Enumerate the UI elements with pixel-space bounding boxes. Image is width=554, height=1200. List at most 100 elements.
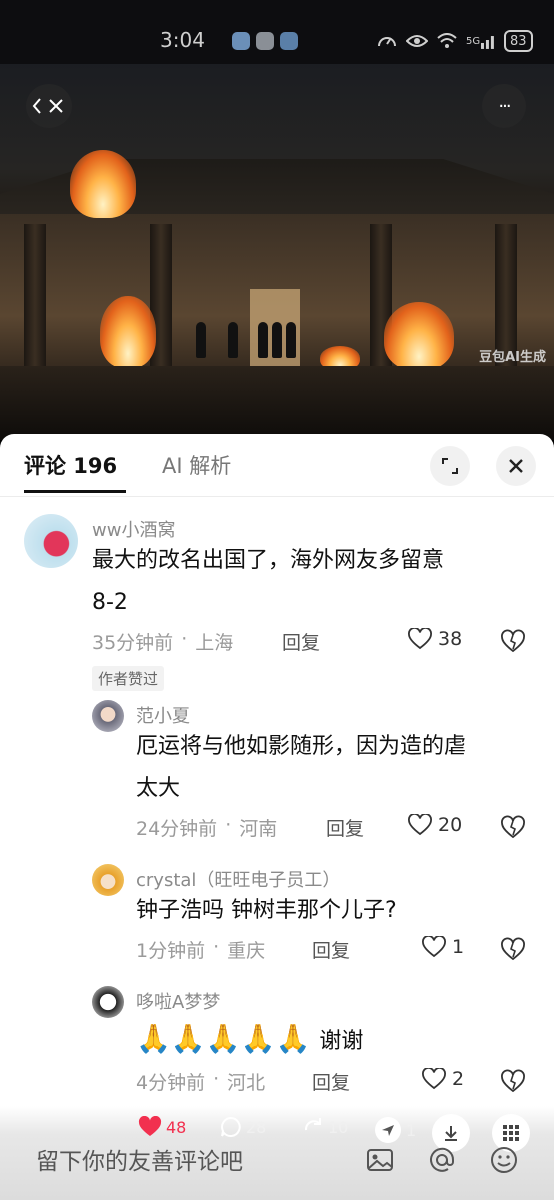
comment-tabs: 评论 196 AI 解析 bbox=[0, 434, 554, 494]
avatar[interactable] bbox=[24, 514, 78, 568]
comment-meta: 24分钟前 · 河南 bbox=[136, 814, 278, 840]
comment-meta: 35分钟前 · 上海 bbox=[92, 628, 234, 654]
expand-button[interactable] bbox=[430, 446, 470, 486]
mention-icon[interactable] bbox=[428, 1146, 456, 1174]
network-type: 5G bbox=[466, 35, 481, 47]
heart-filled-icon bbox=[138, 1116, 162, 1136]
dislike-icon[interactable] bbox=[500, 936, 526, 962]
battery-indicator: 83 bbox=[504, 30, 533, 52]
video-figure bbox=[258, 322, 268, 358]
video-share-count: 10 bbox=[328, 1117, 349, 1137]
comment-time: 1分钟前 bbox=[136, 940, 206, 962]
emoji-icon[interactable] bbox=[490, 1146, 518, 1174]
signal-icon: 5G bbox=[466, 31, 496, 51]
image-icon[interactable] bbox=[366, 1146, 394, 1174]
comment-meta: 1分钟前 · 重庆 bbox=[136, 936, 266, 962]
comment-location: 重庆 bbox=[227, 940, 266, 962]
reply-button[interactable]: 回复 bbox=[282, 628, 320, 655]
eye-icon bbox=[406, 31, 428, 51]
video-floor bbox=[0, 366, 554, 440]
more-button[interactable]: ··· bbox=[482, 84, 526, 128]
heart-icon bbox=[408, 628, 432, 650]
like-button[interactable]: 38 bbox=[408, 628, 462, 650]
reply-button[interactable]: 回复 bbox=[326, 814, 364, 841]
app-notification-icon bbox=[280, 32, 298, 50]
forward-count-button[interactable]: 1 bbox=[374, 1116, 416, 1144]
status-indicators: 5G 83 bbox=[376, 30, 533, 52]
comment-icon bbox=[221, 1116, 241, 1137]
comment-time: 24分钟前 bbox=[136, 818, 218, 840]
avatar[interactable] bbox=[92, 864, 124, 896]
video-figure bbox=[228, 322, 238, 358]
download-icon bbox=[445, 1126, 457, 1141]
like-count: 1 bbox=[452, 936, 465, 958]
like-count: 20 bbox=[438, 814, 463, 836]
status-bar: 3:04 5G 83 bbox=[0, 0, 554, 64]
video-comment-count: 28 bbox=[246, 1117, 267, 1137]
app-notification-icon bbox=[256, 32, 274, 50]
comment-count-button[interactable]: 28 bbox=[220, 1116, 266, 1138]
video-fire bbox=[100, 296, 156, 368]
comment-username[interactable]: 哆啦A梦梦 bbox=[136, 988, 220, 1014]
close-icon bbox=[509, 459, 523, 473]
dislike-icon[interactable] bbox=[500, 628, 526, 654]
status-time: 3:04 bbox=[160, 28, 205, 52]
comment-text: 太大 bbox=[136, 776, 181, 801]
comment-time: 35分钟前 bbox=[92, 632, 174, 654]
comment-text: 厄运将与他如影随形，因为造的虐 bbox=[136, 734, 467, 759]
comment-username[interactable]: 范小夏 bbox=[136, 702, 190, 728]
comment-text: 谢谢 bbox=[319, 1029, 364, 1054]
app-notification-icon bbox=[232, 32, 250, 50]
video-like-count: 48 bbox=[166, 1117, 187, 1137]
video-fire bbox=[384, 302, 454, 370]
more-icon: ··· bbox=[498, 95, 511, 117]
speed-icon bbox=[376, 31, 398, 51]
reply-button[interactable]: 回复 bbox=[312, 936, 350, 963]
comment-username[interactable]: crystal（旺旺电子员工） bbox=[136, 866, 340, 892]
like-button[interactable]: 2 bbox=[422, 1068, 464, 1090]
video-fire bbox=[70, 150, 136, 218]
tab-ai-analysis[interactable]: AI 解析 bbox=[162, 450, 231, 480]
comment-input-bar: 48 28 10 1 留下你的友善评论吧 bbox=[0, 1106, 554, 1200]
share-count-button[interactable]: 10 bbox=[302, 1116, 348, 1138]
heart-icon bbox=[422, 936, 446, 958]
video-figure bbox=[272, 322, 282, 358]
comment-text: 8-2 bbox=[92, 590, 128, 615]
video-forward-count: 1 bbox=[406, 1120, 417, 1140]
comment-input[interactable]: 留下你的友善评论吧 bbox=[36, 1142, 243, 1176]
ai-watermark: 豆包AI生成 bbox=[479, 350, 546, 365]
comment-location: 上海 bbox=[195, 632, 234, 654]
comment-text-line: 🙏🙏🙏🙏🙏 谢谢 bbox=[136, 1018, 363, 1063]
avatar[interactable] bbox=[92, 700, 124, 732]
back-close-button[interactable] bbox=[26, 84, 72, 128]
tab-divider bbox=[0, 496, 554, 497]
close-button[interactable] bbox=[496, 446, 536, 486]
grid-icon bbox=[503, 1125, 519, 1141]
heart-icon bbox=[422, 1068, 446, 1090]
avatar[interactable] bbox=[92, 986, 124, 1018]
expand-icon bbox=[442, 458, 458, 474]
pray-emoji: 🙏🙏🙏🙏🙏 bbox=[136, 1022, 311, 1055]
active-tab-indicator bbox=[24, 490, 126, 493]
dislike-icon[interactable] bbox=[500, 1068, 526, 1094]
like-count: 38 bbox=[438, 628, 463, 650]
like-button[interactable]: 20 bbox=[408, 814, 462, 836]
notification-icons bbox=[232, 32, 298, 50]
comment-time: 4分钟前 bbox=[136, 1072, 206, 1094]
like-button[interactable]: 1 bbox=[422, 936, 464, 958]
forward-icon bbox=[375, 1117, 401, 1143]
like-count-button[interactable]: 48 bbox=[138, 1116, 186, 1138]
like-count: 2 bbox=[452, 1068, 465, 1090]
dislike-icon[interactable] bbox=[500, 814, 526, 840]
video-player[interactable]: 豆包AI生成 bbox=[0, 64, 554, 440]
comment-text: 钟子浩吗 钟树丰那个儿子? bbox=[136, 898, 397, 923]
video-pillar bbox=[24, 224, 46, 374]
comment-username[interactable]: ww小酒窝 bbox=[92, 516, 175, 542]
tab-comments[interactable]: 评论 196 bbox=[24, 450, 117, 480]
comment-location: 河北 bbox=[227, 1072, 266, 1094]
share-icon bbox=[304, 1118, 321, 1131]
video-figure bbox=[196, 322, 206, 358]
heart-icon bbox=[408, 814, 432, 836]
comment-meta: 4分钟前 · 河北 bbox=[136, 1068, 266, 1094]
reply-button[interactable]: 回复 bbox=[312, 1068, 350, 1095]
